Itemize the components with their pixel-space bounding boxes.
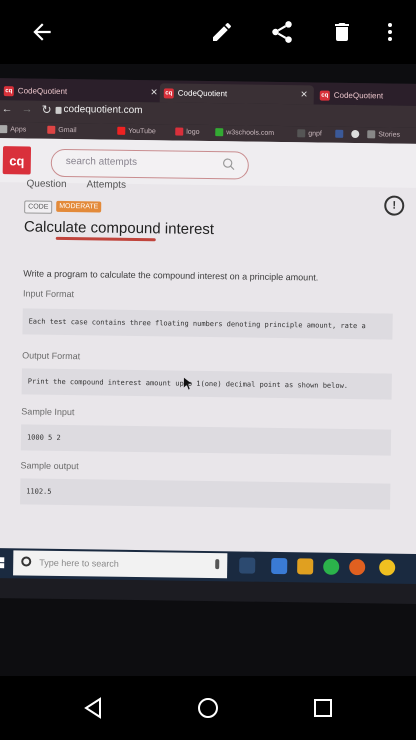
chrome-icon[interactable] [379, 559, 396, 576]
browser-tab[interactable]: cq CodeQuotient [316, 85, 416, 106]
taskbar-search-placeholder: Type here to search [39, 557, 119, 569]
codequotient-favicon-icon: cq [319, 90, 330, 101]
page-title: Calculate compound interest [23, 218, 215, 239]
tab-label: CodeQuotient [177, 88, 228, 99]
windows-start-icon[interactable] [0, 556, 5, 569]
title-underline [55, 236, 156, 242]
tab-label: CodeQuotient [333, 90, 384, 101]
url-text[interactable]: codequotient.com [63, 104, 142, 116]
codequotient-logo[interactable]: cq [2, 146, 32, 175]
tab-attempts[interactable]: Attempts [86, 179, 126, 191]
web-page: cq search attempts Question Attempts ! C… [0, 137, 416, 574]
bookmark-label: gnpf [308, 129, 322, 138]
edge-icon[interactable] [271, 557, 288, 575]
edit-pencil-icon[interactable] [204, 14, 240, 50]
microphone-icon[interactable] [215, 559, 220, 570]
search-placeholder: search attempts [65, 156, 138, 169]
photo-content: cq CodeQuotient ✕ cq CodeQuotient ✕ cq C… [0, 64, 416, 676]
output-format-box: Print the compound interest amount upto … [21, 368, 392, 400]
input-format-label: Input Format [22, 288, 75, 300]
github-icon [351, 129, 360, 139]
gmail-icon [47, 125, 56, 134]
close-icon[interactable]: ✕ [300, 89, 308, 100]
windows-taskbar: Type here to search [0, 547, 416, 584]
tab-question[interactable]: Question [26, 178, 66, 190]
w3schools-icon [215, 128, 224, 137]
bookmark-label: w3schools.com [226, 128, 275, 137]
bookmark-label: logo [186, 128, 200, 136]
photo-viewer-toolbar [0, 0, 416, 64]
sample-input-box: 1000 5 2 [20, 424, 392, 456]
reload-icon[interactable]: ↻ [41, 103, 51, 117]
codequotient-favicon-icon: cq [3, 85, 14, 96]
bookmark-stories[interactable]: Stories [367, 130, 401, 139]
bookmark-gmail[interactable]: Gmail [47, 125, 77, 134]
codequotient-favicon-icon: cq [163, 87, 174, 99]
badge-code: CODE [24, 200, 53, 214]
lock-icon [55, 106, 62, 114]
bookmark-facebook[interactable] [335, 129, 344, 138]
bookmark-icon [367, 130, 376, 139]
share-icon[interactable] [264, 14, 300, 50]
firefox-icon[interactable] [349, 559, 366, 576]
android-nav-bar [0, 676, 416, 740]
search-icon[interactable] [222, 157, 236, 176]
bookmark-label: Stories [378, 130, 401, 139]
output-format-label: Output Format [22, 350, 81, 362]
nav-home-icon[interactable] [192, 692, 224, 724]
mouse-cursor-icon [183, 377, 192, 395]
back-arrow-icon[interactable] [24, 14, 60, 50]
monitor-screen: cq CodeQuotient ✕ cq CodeQuotient ✕ cq C… [0, 78, 416, 604]
bookmark-apps[interactable]: Apps [0, 125, 27, 134]
apps-icon [0, 125, 8, 134]
sample-input-label: Sample Input [21, 406, 75, 418]
bookmark-w3schools[interactable]: w3schools.com [215, 128, 274, 137]
bookmark-github[interactable] [351, 129, 360, 139]
file-explorer-icon[interactable] [297, 558, 314, 575]
sample-output-label: Sample output [20, 460, 79, 472]
search-input[interactable]: search attempts [50, 148, 249, 180]
cortana-icon [21, 556, 32, 567]
input-format-box: Each test case contains three floating n… [22, 308, 393, 340]
whatsapp-icon[interactable] [323, 558, 340, 575]
sample-output-box: 1102.5 [20, 478, 391, 510]
task-view-icon[interactable] [239, 557, 256, 574]
bookmark-label: Gmail [58, 126, 77, 134]
more-vert-icon[interactable] [372, 14, 408, 50]
browser-tab-active[interactable]: cq CodeQuotient ✕ [159, 83, 314, 105]
bookmark-label: YouTube [128, 127, 156, 135]
bookmark-gnpf[interactable]: gnpf [297, 129, 322, 138]
forward-icon[interactable]: → [21, 103, 32, 115]
bookmark-label: Apps [10, 125, 27, 133]
badges: CODE MODERATE [24, 200, 144, 214]
tab-label: CodeQuotient [17, 86, 68, 97]
bookmark-logo[interactable]: logo [175, 127, 200, 136]
taskbar-search-input[interactable]: Type here to search [13, 550, 228, 579]
badge-moderate: MODERATE [56, 200, 102, 213]
facebook-icon [335, 129, 344, 138]
delete-trash-icon[interactable] [324, 14, 360, 50]
nav-back-icon[interactable] [77, 692, 109, 724]
browser-tab[interactable]: cq CodeQuotient ✕ [0, 81, 164, 102]
close-icon[interactable]: ✕ [150, 87, 158, 98]
alert-icon[interactable]: ! [384, 195, 405, 216]
problem-description: Write a program to calculate the compoun… [23, 268, 319, 283]
youtube-icon [117, 126, 126, 135]
bookmark-icon [297, 129, 306, 138]
bookmark-youtube[interactable]: YouTube [117, 126, 156, 136]
codequotient-favicon-icon [175, 127, 184, 136]
nav-recents-icon[interactable] [307, 692, 339, 724]
back-icon[interactable]: ← [1, 103, 12, 115]
